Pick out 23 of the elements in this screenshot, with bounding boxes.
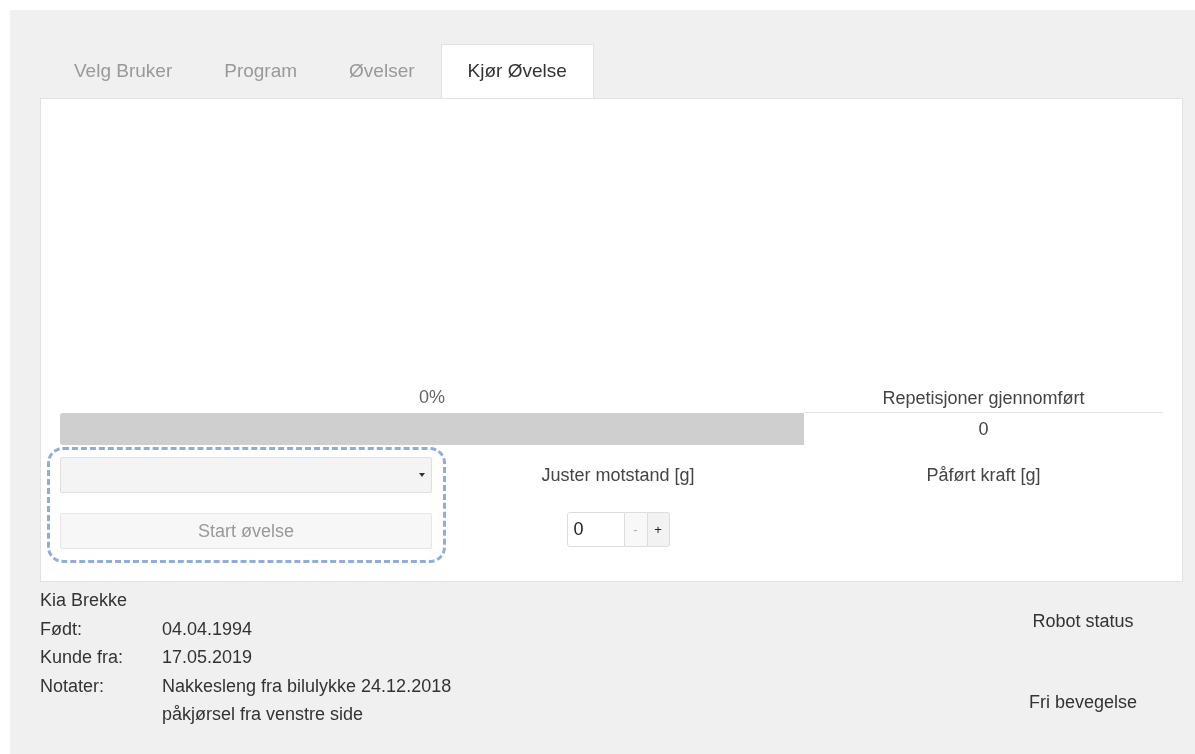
field-value: 04.04.1994 <box>162 617 253 641</box>
progress-reading: 0% <box>419 386 445 409</box>
user-name: Kia Brekke <box>40 589 129 612</box>
field-label: Notater: <box>40 674 106 698</box>
robot-status: Fri bevegelse <box>1028 691 1138 714</box>
tab[interactable]: Velg Bruker <box>48 44 199 98</box>
increment-button[interactable]: + <box>646 512 670 547</box>
field-label: Kunde fra: <box>40 646 125 669</box>
field-value: Nakkesleng fra bilulykke 24.12.2018 påkjørsel fra venstre side <box>162 674 452 726</box>
resistance-input[interactable]: 0 <box>566 512 625 547</box>
repetitions-value: 0 <box>978 417 989 441</box>
exercise-dropdown[interactable] <box>60 457 432 493</box>
caret-icon <box>419 473 425 477</box>
field-label: Født: <box>40 617 83 641</box>
resistance-label: Juster motstand [g] <box>541 463 695 487</box>
repetitions-heading: Repetisjoner gjennomført <box>882 387 1085 410</box>
decrement-button[interactable]: - <box>624 512 647 547</box>
tab[interactable]: Øvelser <box>323 44 441 98</box>
tab[interactable]: Program <box>198 44 324 98</box>
field-value: 17.05.2019 <box>162 646 253 669</box>
robot-status-label: Robot status <box>1032 610 1134 633</box>
applied-force-label: Påført kraft [g] <box>926 463 1041 487</box>
tab[interactable]: Kjør Øvelse <box>440 44 594 98</box>
